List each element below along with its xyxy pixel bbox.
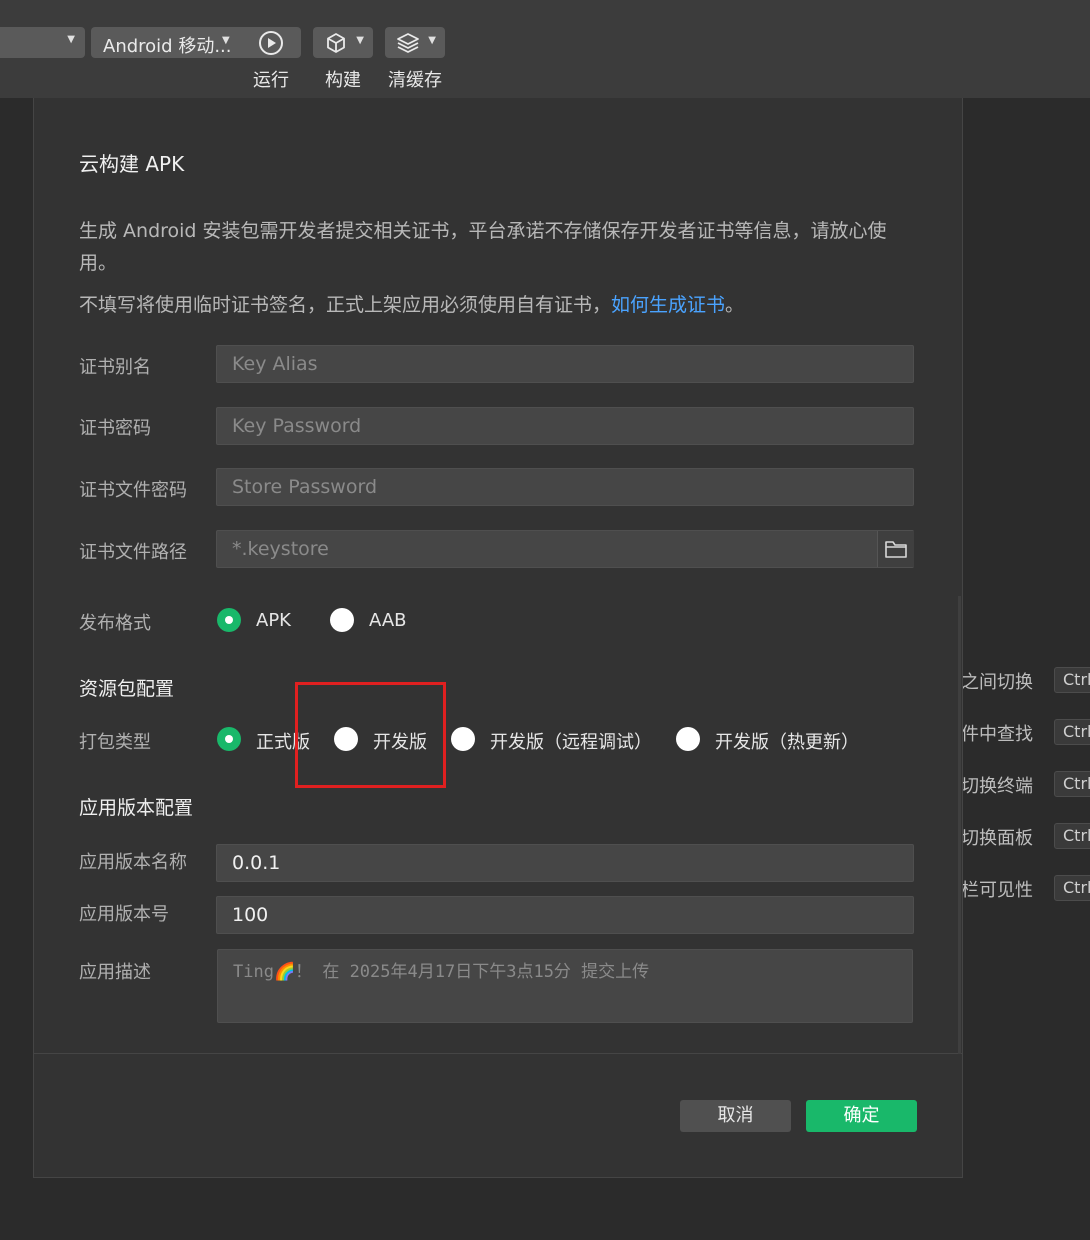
package-type-label: 打包类型 <box>79 732 151 753</box>
store-password-input[interactable]: Store Password <box>216 468 914 506</box>
build-label: 构建 <box>325 70 361 91</box>
version-code-input[interactable]: 100 <box>216 896 914 934</box>
hint-text: 切换面板 <box>961 828 1033 849</box>
description-label: 应用描述 <box>79 962 151 983</box>
radio-dev-remote-debug-label: 开发版（远程调试） <box>490 732 652 753</box>
version-section-title: 应用版本配置 <box>79 797 194 819</box>
radio-apk-label: APK <box>256 610 291 631</box>
layers-icon <box>397 33 419 53</box>
folder-icon <box>885 541 907 558</box>
device-select[interactable]: ▼ <box>0 27 85 58</box>
platform-select-value: Android 移动... <box>103 36 232 57</box>
info-text-1: 生成 Android 安装包需开发者提交相关证书，平台承诺不存储保存开发者证书等… <box>79 215 929 279</box>
radio-dev-hot-update-label: 开发版（热更新） <box>715 732 859 753</box>
publish-format-label: 发布格式 <box>79 613 151 634</box>
browse-folder-button[interactable] <box>877 531 914 567</box>
chevron-down-icon: ▼ <box>67 34 75 45</box>
key-password-label: 证书密码 <box>79 418 151 439</box>
key-alias-input[interactable]: Key Alias <box>216 345 914 383</box>
info-text-2: 不填写将使用临时证书签名，正式上架应用必须使用自有证书，如何生成证书。 <box>79 289 744 321</box>
chevron-down-icon: ▼ <box>356 35 364 46</box>
radio-dev-hot-update[interactable] <box>676 727 700 751</box>
chevron-down-icon: ▼ <box>428 35 436 46</box>
clear-cache-label: 清缓存 <box>388 70 442 91</box>
shortcut-key: Ctrl <box>1054 667 1090 693</box>
hint-text: 切换终端 <box>961 776 1033 797</box>
keystore-path-input[interactable]: *.keystore <box>216 530 914 568</box>
shortcut-key: Ctrl <box>1054 771 1090 797</box>
shortcut-key: Ctrl <box>1054 875 1090 901</box>
top-toolbar: ▼ Android 移动... ▼ ▼ ▼ 运行 构建 清缓存 <box>0 0 1090 98</box>
radio-apk[interactable] <box>217 608 241 632</box>
play-icon[interactable] <box>258 30 284 56</box>
radio-dev-remote-debug[interactable] <box>451 727 475 751</box>
radio-aab-label: AAB <box>369 610 407 631</box>
info-line: 生成 Android 安装包需开发者提交相关证书，平台承诺不存储保存开发者证书等… <box>79 220 887 242</box>
shortcut-key: Ctrl <box>1054 719 1090 745</box>
highlight-box <box>295 682 446 788</box>
version-name-input[interactable]: 0.0.1 <box>216 844 914 882</box>
cloud-build-dialog: 云构建 APK 生成 Android 安装包需开发者提交相关证书，平台承诺不存储… <box>33 98 963 1178</box>
cancel-button[interactable]: 取消 <box>680 1100 791 1132</box>
description-textarea[interactable]: Ting🌈！ 在 2025年4月17日下午3点15分 提交上传 <box>217 949 913 1023</box>
dialog-title: 云构建 APK <box>79 152 185 176</box>
version-code-label: 应用版本号 <box>79 904 169 925</box>
build-button[interactable]: ▼ <box>313 27 373 58</box>
info-line: 用。 <box>79 252 118 274</box>
store-password-label: 证书文件密码 <box>79 480 187 501</box>
hint-text: 栏可见性 <box>961 880 1033 901</box>
radio-aab[interactable] <box>330 608 354 632</box>
radio-release[interactable] <box>217 727 241 751</box>
resource-section-title: 资源包配置 <box>79 678 175 700</box>
cube-icon <box>327 33 345 53</box>
info-line: 不填写将使用临时证书签名，正式上架应用必须使用自有证书， <box>79 294 612 316</box>
confirm-button[interactable]: 确定 <box>806 1100 917 1132</box>
key-alias-label: 证书别名 <box>79 357 151 378</box>
hint-text: 之间切换 <box>961 672 1033 693</box>
version-name-label: 应用版本名称 <box>79 852 187 873</box>
run-label: 运行 <box>253 70 289 91</box>
hint-text: 件中查找 <box>961 724 1033 745</box>
key-password-input[interactable]: Key Password <box>216 407 914 445</box>
shortcut-key: Ctrl <box>1054 823 1090 849</box>
scrollbar[interactable] <box>958 596 961 1054</box>
clear-cache-button[interactable]: ▼ <box>385 27 445 58</box>
keystore-path-label: 证书文件路径 <box>79 542 187 563</box>
footer-divider <box>34 1053 962 1054</box>
how-to-generate-cert-link[interactable]: 如何生成证书 <box>611 294 725 316</box>
info-line-end: 。 <box>725 294 745 316</box>
chevron-down-icon: ▼ <box>222 35 230 46</box>
